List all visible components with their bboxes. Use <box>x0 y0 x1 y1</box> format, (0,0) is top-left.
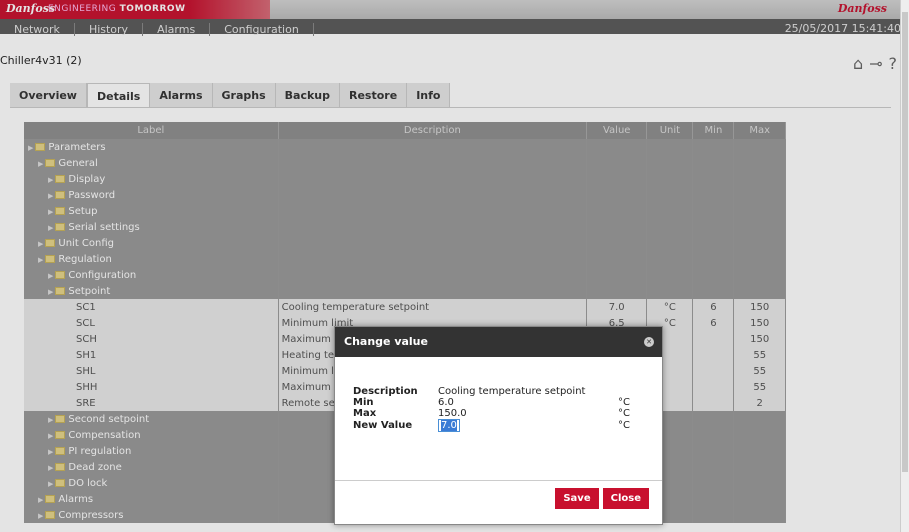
new-value-label: New Value <box>353 420 413 431</box>
dialog-body: Description Cooling temperature setpoint … <box>353 386 638 435</box>
save-button[interactable]: Save <box>555 488 599 509</box>
min-label: Min <box>353 397 374 408</box>
min-unit: °C <box>618 397 630 408</box>
change-value-dialog: Change value ✕ Description Cooling temper… <box>334 326 663 525</box>
description-value: Cooling temperature setpoint <box>438 386 586 397</box>
max-unit: °C <box>618 408 630 419</box>
description-label: Description <box>353 386 418 397</box>
new-value-input[interactable]: 7.0 <box>438 419 460 432</box>
max-value: 150.0 <box>438 408 467 419</box>
close-button[interactable]: Close <box>602 488 649 509</box>
scrollbar[interactable] <box>900 0 909 532</box>
new-value-unit: °C <box>618 420 630 431</box>
close-icon[interactable]: ✕ <box>644 337 654 347</box>
dialog-title: Change value ✕ <box>335 327 662 357</box>
min-value: 6.0 <box>438 397 454 408</box>
dialog-divider <box>335 480 662 481</box>
dialog-actions: Save Close <box>555 488 649 509</box>
scrollbar-thumb[interactable] <box>902 12 908 472</box>
max-label: Max <box>353 408 377 419</box>
